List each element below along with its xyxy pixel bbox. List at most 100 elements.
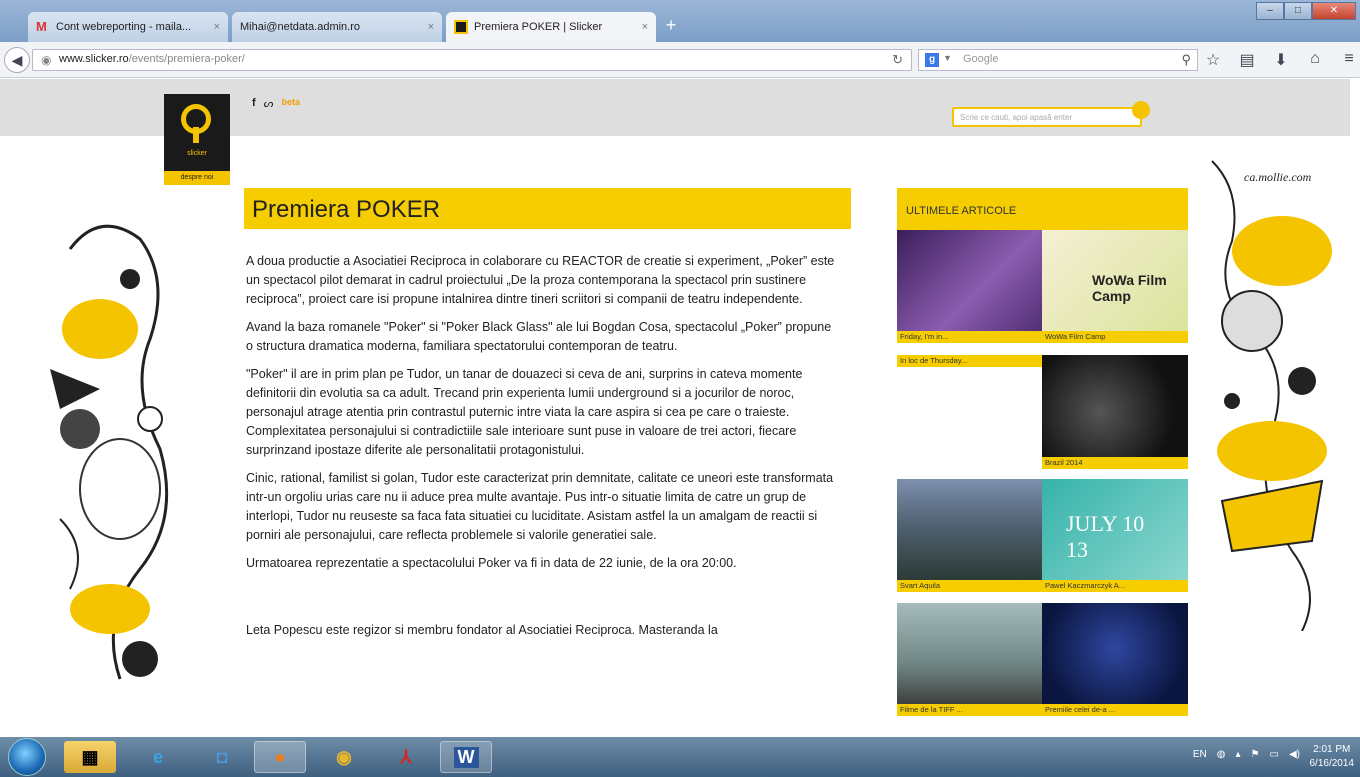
url-path: /events/premiera-poker/	[128, 53, 245, 65]
article-paragraph: Cinic, rational, familist si golan, Tudo…	[246, 471, 834, 542]
tab-label: Mihai@netdata.admin.ro	[240, 21, 361, 33]
menu-icon[interactable]: ≡	[1340, 50, 1358, 70]
right-illustration: ca.mollie.com	[1211, 160, 1332, 631]
logo-mark	[181, 104, 211, 143]
new-tab-button[interactable]: +	[658, 14, 684, 38]
flag-icon[interactable]: ⚑	[1251, 749, 1260, 760]
beta-label: beta	[281, 97, 300, 107]
tab-label: Premiera POKER | Slicker	[474, 21, 603, 33]
article-thumb-6[interactable]: JULY 10 13 Pawel Kaczmarczyk A...	[1042, 479, 1188, 592]
article-caption: Pawel Kaczmarczyk A...	[1042, 580, 1188, 592]
left-illustration	[50, 224, 169, 680]
chrome-icon[interactable]: ◉	[318, 741, 370, 773]
word-icon[interactable]: W	[440, 741, 492, 773]
gmail-icon: M	[36, 19, 47, 34]
article-image	[897, 603, 1042, 716]
minimize-button[interactable]: –	[1256, 2, 1284, 20]
volume-icon[interactable]: ◀)	[1289, 749, 1300, 760]
article-overlay-text: JULY 10 13	[1066, 511, 1145, 562]
article-paragraph: Urmatoarea reprezentatie a spectacolului…	[246, 556, 737, 570]
back-button[interactable]: ◀	[4, 47, 30, 73]
file-explorer-icon[interactable]: ▦	[64, 741, 116, 773]
facebook-icon[interactable]: f	[252, 97, 256, 110]
article-caption: Brazil 2014	[1042, 457, 1188, 469]
start-button[interactable]	[8, 738, 46, 776]
internet-explorer-icon[interactable]: e	[132, 741, 184, 773]
browser-search-input[interactable]: g ▼ Google ⚲	[918, 49, 1198, 71]
search-icon[interactable]: ⚲	[1181, 52, 1191, 68]
slicker-favicon	[454, 20, 468, 34]
maximize-button[interactable]: □	[1284, 2, 1312, 20]
taskbar-clock[interactable]: 2:01 PM 6/16/2014	[1310, 743, 1355, 771]
article-image	[897, 479, 1042, 592]
article-caption: Friday, I'm in...	[897, 331, 1042, 343]
windows-taskbar: ▦ e ◘ ● ◉ ⅄ W EN ◍ ▴ ⚑ ▭ ◀) 2:01 PM 6/16…	[0, 737, 1360, 777]
page-title: Premiera POKER	[252, 196, 441, 223]
close-tab-icon[interactable]: ×	[428, 21, 434, 33]
article-caption: WoWa Film Camp	[1042, 331, 1188, 343]
rss-icon[interactable]: ᔕ	[264, 97, 274, 110]
article-title-bar: Premiera POKER	[244, 188, 851, 229]
social-links: f ᔕ beta	[252, 97, 300, 110]
bookmarks-list-icon[interactable]: ▤	[1238, 50, 1256, 70]
google-icon: g	[925, 53, 939, 67]
language-indicator[interactable]: EN	[1193, 749, 1207, 760]
article-body: A doua productie a Asociatiei Reciproca …	[246, 252, 836, 649]
tab-premiera-poker[interactable]: Premiera POKER | Slicker ×	[446, 12, 656, 42]
article-paragraph: Leta Popescu este regizor si membru fond…	[246, 623, 718, 637]
article-image	[1042, 603, 1188, 716]
close-tab-icon[interactable]: ×	[642, 21, 648, 33]
site-search-input[interactable]: Scrie ce cauti, apoi apasă enter	[952, 107, 1142, 127]
system-tray: EN ◍ ▴ ⚑ ▭ ◀)	[1193, 749, 1300, 760]
article-thumb-3[interactable]: In loc de Thursday...	[897, 355, 1042, 367]
site-search-placeholder: Scrie ce cauti, apoi apasă enter	[960, 113, 1073, 122]
address-bar[interactable]: ◉ www.slicker.ro/events/premiera-poker/ …	[32, 49, 912, 71]
article-image	[1042, 355, 1188, 469]
monitor-icon[interactable]: ▭	[1270, 749, 1279, 760]
browser-navbar: ◀ ◉ www.slicker.ro/events/premiera-poker…	[0, 42, 1360, 78]
bookmark-star-icon[interactable]: ☆	[1204, 50, 1222, 70]
globe-icon: ◉	[41, 53, 52, 67]
article-overlay-text: WoWa Film Camp	[1092, 272, 1167, 304]
article-caption: Svart Aquila	[897, 580, 1042, 592]
web-page: slicker despre noi f ᔕ beta Scrie ce cau…	[0, 79, 1360, 737]
home-icon[interactable]: ⌂	[1306, 50, 1324, 70]
tab-label: Cont webreporting - maila...	[56, 21, 192, 33]
article-thumb-8[interactable]: Premiile celei de-a ...	[1042, 603, 1188, 716]
site-search-icon[interactable]	[1132, 101, 1150, 119]
article-thumb-2[interactable]: WoWa Film Camp WoWa Film Camp	[1042, 230, 1188, 343]
tab-gmail[interactable]: M Cont webreporting - maila... ×	[28, 12, 228, 42]
logo-text: slicker	[187, 150, 207, 157]
tab-mail[interactable]: Mihai@netdata.admin.ro ×	[232, 12, 442, 42]
article-paragraph: A doua productie a Asociatiei Reciproca …	[246, 254, 835, 306]
article-caption: Filme de la TIFF ...	[897, 704, 1042, 716]
article-thumb-5[interactable]: Svart Aquila	[897, 479, 1042, 592]
clock-date: 6/16/2014	[1309, 758, 1355, 769]
svg-text:ca.mollie.com: ca.mollie.com	[1244, 170, 1312, 184]
article-thumb-7[interactable]: Filme de la TIFF ...	[897, 603, 1042, 716]
close-window-button[interactable]: ✕	[1312, 2, 1356, 20]
article-paragraph: "Poker" il are in prim plan pe Tudor, un…	[246, 367, 803, 457]
latest-articles-sidebar: ULTIMELE ARTICOLE	[897, 188, 1188, 230]
network-status-icon[interactable]: ◍	[1217, 749, 1226, 760]
despre-noi-link[interactable]: despre noi	[164, 171, 230, 185]
clock-time: 2:01 PM	[1313, 744, 1351, 755]
article-paragraph: Avand la baza romanele "Poker" si "Poker…	[246, 320, 832, 353]
browser-tabstrip: M Cont webreporting - maila... × Mihai@n…	[0, 0, 1360, 42]
firefox-icon[interactable]: ●	[254, 741, 306, 773]
tray-arrow-icon[interactable]: ▴	[1236, 749, 1241, 760]
article-thumb-1[interactable]: Friday, I'm in...	[897, 230, 1042, 343]
reload-icon[interactable]: ↻	[892, 52, 903, 68]
article-thumb-4[interactable]: Brazil 2014	[1042, 355, 1188, 469]
window-controls: – □ ✕	[1256, 2, 1356, 20]
article-caption: In loc de Thursday...	[897, 355, 1042, 367]
close-tab-icon[interactable]: ×	[214, 21, 220, 33]
sidebar-title: ULTIMELE ARTICOLE	[897, 188, 1188, 230]
download-icon[interactable]: ⬇	[1272, 50, 1290, 70]
outlook-icon[interactable]: ◘	[196, 741, 248, 773]
url-domain: www.slicker.ro	[59, 53, 129, 65]
browser-toolbar-icons: ☆ ▤ ⬇ ⌂ ≡	[1204, 50, 1358, 70]
chevron-down-icon: ▼	[943, 53, 952, 63]
acrobat-icon[interactable]: ⅄	[380, 741, 432, 773]
article-caption: Premiile celei de-a ...	[1042, 704, 1188, 716]
